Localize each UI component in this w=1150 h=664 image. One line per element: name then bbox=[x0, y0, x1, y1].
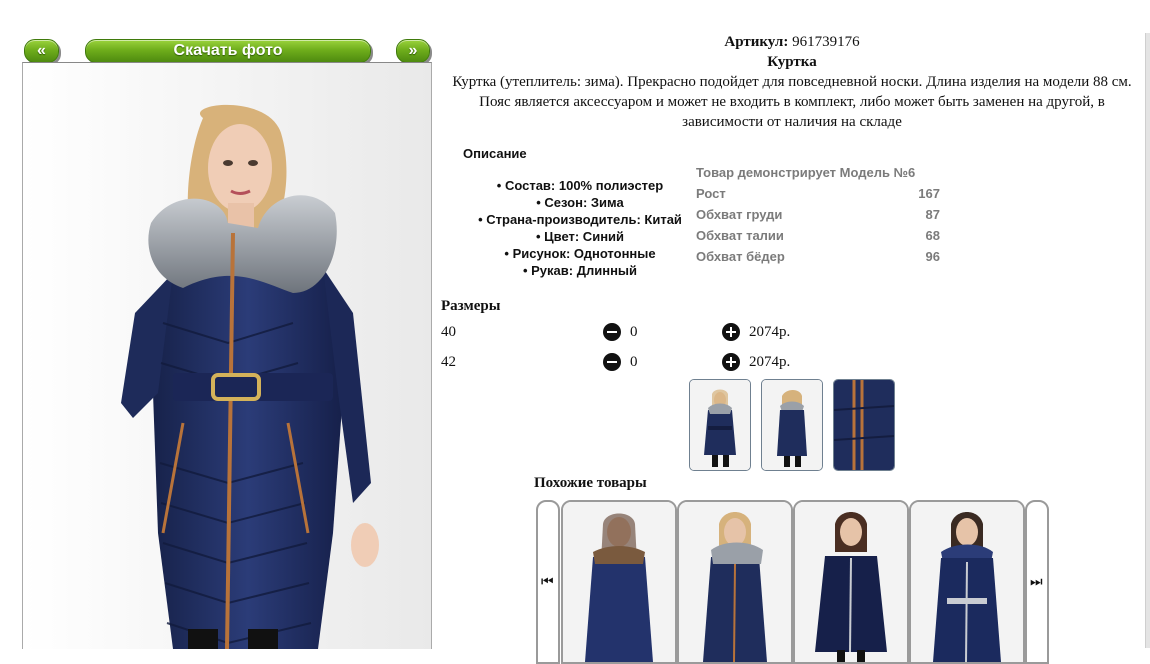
thumbnail-image bbox=[834, 380, 894, 470]
jacket-illustration bbox=[23, 63, 431, 649]
download-photo-button[interactable]: Скачать фото bbox=[85, 39, 371, 63]
sizes-heading: Размеры bbox=[441, 298, 501, 314]
attribute-list: Состав: 100% полиэстер Сезон: Зима Стран… bbox=[455, 177, 705, 279]
model-heading: Товар демонстрирует Модель №6 bbox=[696, 165, 916, 180]
attribute-item: Рисунок: Однотонные bbox=[455, 245, 705, 262]
thumbnail-back[interactable] bbox=[761, 379, 823, 471]
minus-icon[interactable] bbox=[603, 323, 621, 341]
attribute-item: Сезон: Зима bbox=[455, 194, 705, 211]
product-title: Куртка bbox=[767, 54, 817, 70]
next-photo-button[interactable]: » bbox=[396, 39, 430, 63]
similar-product-image bbox=[911, 502, 1023, 662]
measurement-label: Обхват бёдер bbox=[696, 249, 785, 264]
skip-back-icon: ⏮ bbox=[541, 574, 554, 590]
measurement-value: 167 bbox=[918, 186, 940, 201]
thumbnail-image bbox=[762, 380, 822, 470]
carousel-next-button[interactable]: ⏭ bbox=[1025, 500, 1049, 664]
similar-products-heading: Похожие товары bbox=[534, 475, 647, 491]
sku-line: Артикул: 961739176 bbox=[440, 34, 1144, 51]
model-measurements: Товар демонстрирует Модель №6 Рост 167 О… bbox=[696, 162, 940, 267]
measurement-value: 87 bbox=[925, 207, 940, 222]
sku-value: 961739176 bbox=[792, 34, 860, 50]
similar-product-card[interactable] bbox=[793, 500, 909, 664]
quantity-value: 0 bbox=[630, 324, 638, 340]
thumbnail-image bbox=[690, 380, 750, 470]
similar-product-card[interactable] bbox=[677, 500, 793, 664]
measurement-value: 96 bbox=[925, 249, 940, 264]
similar-product-image bbox=[563, 502, 675, 662]
measurement-row: Рост 167 bbox=[696, 183, 940, 204]
size-row: 40 0 2074р. bbox=[441, 322, 841, 344]
similar-product-card[interactable] bbox=[561, 500, 677, 664]
minus-icon[interactable] bbox=[603, 353, 621, 371]
plus-icon[interactable] bbox=[722, 353, 740, 371]
attribute-item: Состав: 100% полиэстер bbox=[455, 177, 705, 194]
measurement-label: Обхват груди bbox=[696, 207, 783, 222]
measurement-row: Обхват груди 87 bbox=[696, 204, 940, 225]
quantity-value: 0 bbox=[630, 354, 638, 370]
price-value: 2074р. bbox=[749, 324, 791, 340]
similar-product-image bbox=[795, 502, 907, 662]
thumbnail-detail[interactable] bbox=[833, 379, 895, 471]
main-product-photo bbox=[22, 62, 432, 649]
prev-photo-button[interactable]: « bbox=[24, 39, 59, 63]
sku-label: Артикул: bbox=[724, 34, 789, 50]
similar-product-image bbox=[679, 502, 791, 662]
measurement-value: 68 bbox=[925, 228, 940, 243]
size-row: 42 0 2074р. bbox=[441, 352, 841, 374]
product-description: Куртка (утеплитель: зима). Прекрасно под… bbox=[452, 74, 1132, 130]
attribute-item: Страна-производитель: Китай bbox=[455, 211, 705, 228]
measurement-label: Обхват талии bbox=[696, 228, 784, 243]
size-value: 40 bbox=[441, 324, 456, 340]
skip-forward-icon: ⏭ bbox=[1030, 574, 1043, 590]
price-value: 2074р. bbox=[749, 354, 791, 370]
measurement-row: Обхват бёдер 96 bbox=[696, 246, 940, 267]
thumbnail-front[interactable] bbox=[689, 379, 751, 471]
measurement-row: Обхват талии 68 bbox=[696, 225, 940, 246]
description-heading: Описание bbox=[463, 146, 527, 161]
size-value: 42 bbox=[441, 354, 456, 370]
similar-product-card[interactable] bbox=[909, 500, 1025, 664]
carousel-prev-button[interactable]: ⏮ bbox=[536, 500, 560, 664]
plus-icon[interactable] bbox=[722, 323, 740, 341]
attribute-item: Рукав: Длинный bbox=[455, 262, 705, 279]
measurement-label: Рост bbox=[696, 186, 726, 201]
attribute-item: Цвет: Синий bbox=[455, 228, 705, 245]
scrollbar[interactable] bbox=[1145, 33, 1150, 648]
